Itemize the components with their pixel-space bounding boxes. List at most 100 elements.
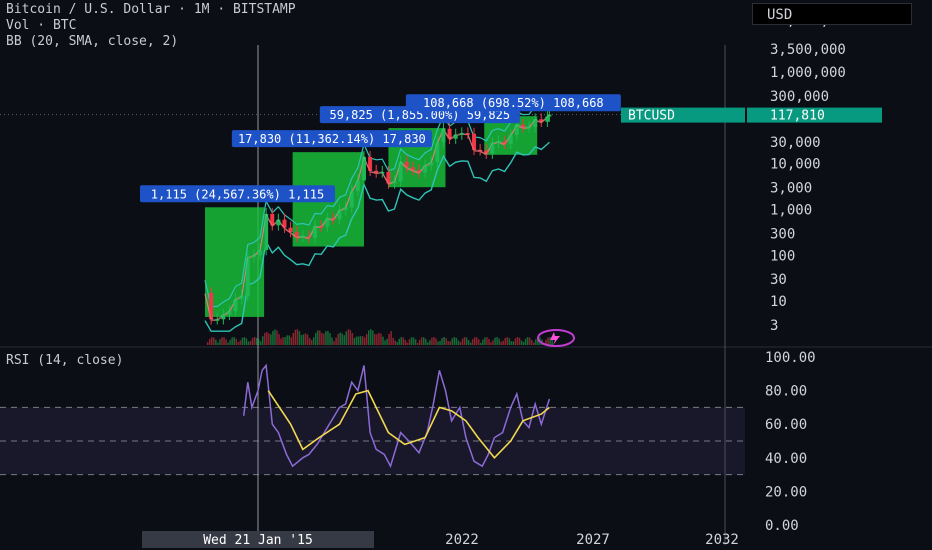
volume-bar — [508, 338, 511, 345]
volume-bar — [394, 340, 396, 345]
volume-bar — [549, 337, 551, 345]
volume-indicator-label[interactable]: Vol · BTC — [6, 18, 76, 33]
volume-bar — [255, 338, 258, 345]
volume-bar — [447, 341, 449, 345]
crosshair-date-label: Wed 21 Jan '15 — [203, 533, 313, 548]
volume-bar — [514, 338, 517, 345]
volume-bar — [445, 338, 447, 345]
volume-bar — [455, 337, 458, 345]
volume-bar — [504, 337, 507, 345]
volume-bar — [531, 340, 533, 345]
volume-bar — [433, 337, 435, 345]
volume-bar — [345, 331, 348, 345]
volume-bar — [414, 339, 417, 345]
volume-bar — [526, 337, 529, 345]
volume-bar — [396, 341, 398, 345]
volume-bar — [437, 341, 439, 345]
volume-bar — [398, 338, 401, 345]
volume-bar — [506, 337, 509, 345]
volume-bar — [347, 329, 350, 345]
volume-bar — [319, 330, 321, 345]
volume-bar — [286, 335, 288, 345]
volume-bar — [367, 330, 370, 345]
symbol-tag: BTCUSD — [628, 109, 675, 124]
volume-bar — [229, 339, 231, 345]
volume-bar — [480, 342, 482, 345]
volume-bar — [439, 340, 441, 345]
volume-bar — [435, 338, 437, 345]
volume-bar — [374, 334, 376, 345]
volume-bar — [361, 336, 364, 345]
volume-bar — [211, 337, 213, 345]
volume-bar — [416, 342, 419, 345]
volume-bar — [386, 338, 388, 345]
rsi-axis-tick: 40.00 — [765, 451, 807, 467]
price-axis-tick: 10 — [770, 294, 787, 310]
volume-bar — [341, 333, 343, 345]
volume-bar — [231, 337, 233, 345]
volume-bar — [241, 337, 244, 345]
volume-bar — [327, 330, 329, 345]
volume-bar — [329, 333, 331, 345]
chart-title: Bitcoin / U.S. Dollar · 1M · BITSTAMP — [6, 2, 296, 17]
volume-bar — [264, 332, 266, 345]
volume-bar — [310, 339, 313, 345]
volume-bar — [266, 332, 268, 345]
volume-bar — [227, 342, 229, 345]
volume-bar — [461, 338, 464, 345]
volume-bar — [355, 336, 358, 345]
chart-canvas[interactable]: 1,115 (24,567.36%) 1,115 17,830 (11,362.1… — [0, 0, 932, 550]
volume-bar — [249, 340, 252, 345]
price-axis-tick: 300,000 — [770, 89, 829, 105]
volume-bar — [245, 338, 248, 345]
volume-bar — [516, 337, 519, 345]
volume-bar — [475, 337, 478, 345]
volume-bar — [376, 334, 378, 345]
measure-label: 1,115 (24,567.36%) 1,115 — [151, 187, 324, 201]
volume-bar — [325, 331, 327, 345]
price-axis-tick: 3,500,000 — [770, 42, 846, 58]
volume-bars — [206, 329, 553, 345]
rsi-axis-tick: 100.00 — [765, 350, 816, 366]
volume-bar — [235, 338, 237, 345]
volume-bar — [384, 340, 386, 345]
rsi-axis-tick: 60.00 — [765, 417, 807, 433]
volume-bar — [498, 338, 500, 345]
volume-bar — [363, 337, 366, 345]
volume-bar — [449, 341, 451, 345]
volume-bar — [535, 339, 537, 345]
volume-bar — [524, 338, 527, 345]
volume-bar — [484, 337, 486, 345]
volume-bar — [257, 339, 260, 345]
volume-bar — [288, 335, 290, 345]
candle-body — [398, 161, 403, 182]
currency-button[interactable]: USD — [752, 3, 912, 25]
volume-bar — [473, 337, 476, 345]
time-axis-tick: 2022 — [445, 532, 479, 548]
volume-bar — [370, 329, 372, 345]
volume-bar — [422, 337, 425, 345]
volume-bar — [408, 339, 411, 345]
volume-bar — [213, 337, 215, 345]
volume-bar — [410, 337, 413, 345]
volume-bar — [339, 332, 341, 345]
volume-bar — [378, 332, 380, 345]
volume-bar — [270, 334, 272, 345]
volume-bar — [463, 337, 466, 345]
volume-bar — [518, 337, 521, 345]
volume-bar — [471, 339, 474, 345]
volume-bar — [390, 331, 392, 345]
volume-bar — [496, 337, 498, 345]
volume-bar — [380, 333, 382, 345]
bollinger-indicator-label[interactable]: BB (20, SMA, close, 2) — [6, 34, 178, 49]
volume-bar — [443, 337, 445, 345]
rsi-axis-tick: 80.00 — [765, 384, 807, 400]
volume-bar — [302, 334, 305, 345]
alert-icon[interactable] — [537, 329, 575, 347]
volume-bar — [365, 334, 368, 345]
volume-bar — [353, 337, 356, 345]
volume-bar — [208, 338, 211, 345]
volume-bar — [296, 329, 299, 345]
price-axis-tick: 1,000 — [770, 202, 812, 218]
volume-bar — [312, 337, 315, 345]
